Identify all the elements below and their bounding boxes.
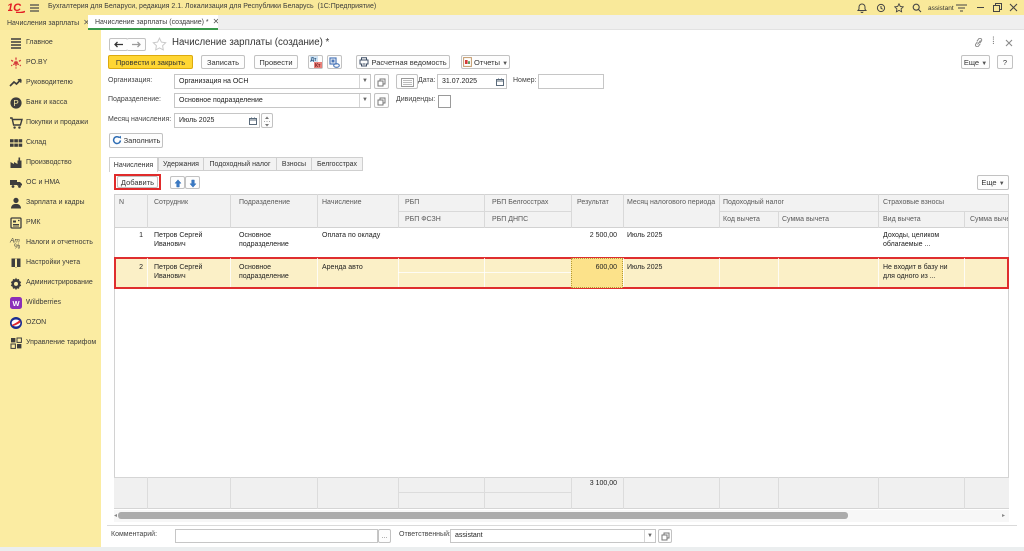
svg-text:1С: 1С [8, 2, 22, 13]
svg-text:%: % [14, 244, 20, 251]
svg-text:Р: Р [13, 99, 18, 108]
svg-text:W: W [12, 299, 20, 308]
